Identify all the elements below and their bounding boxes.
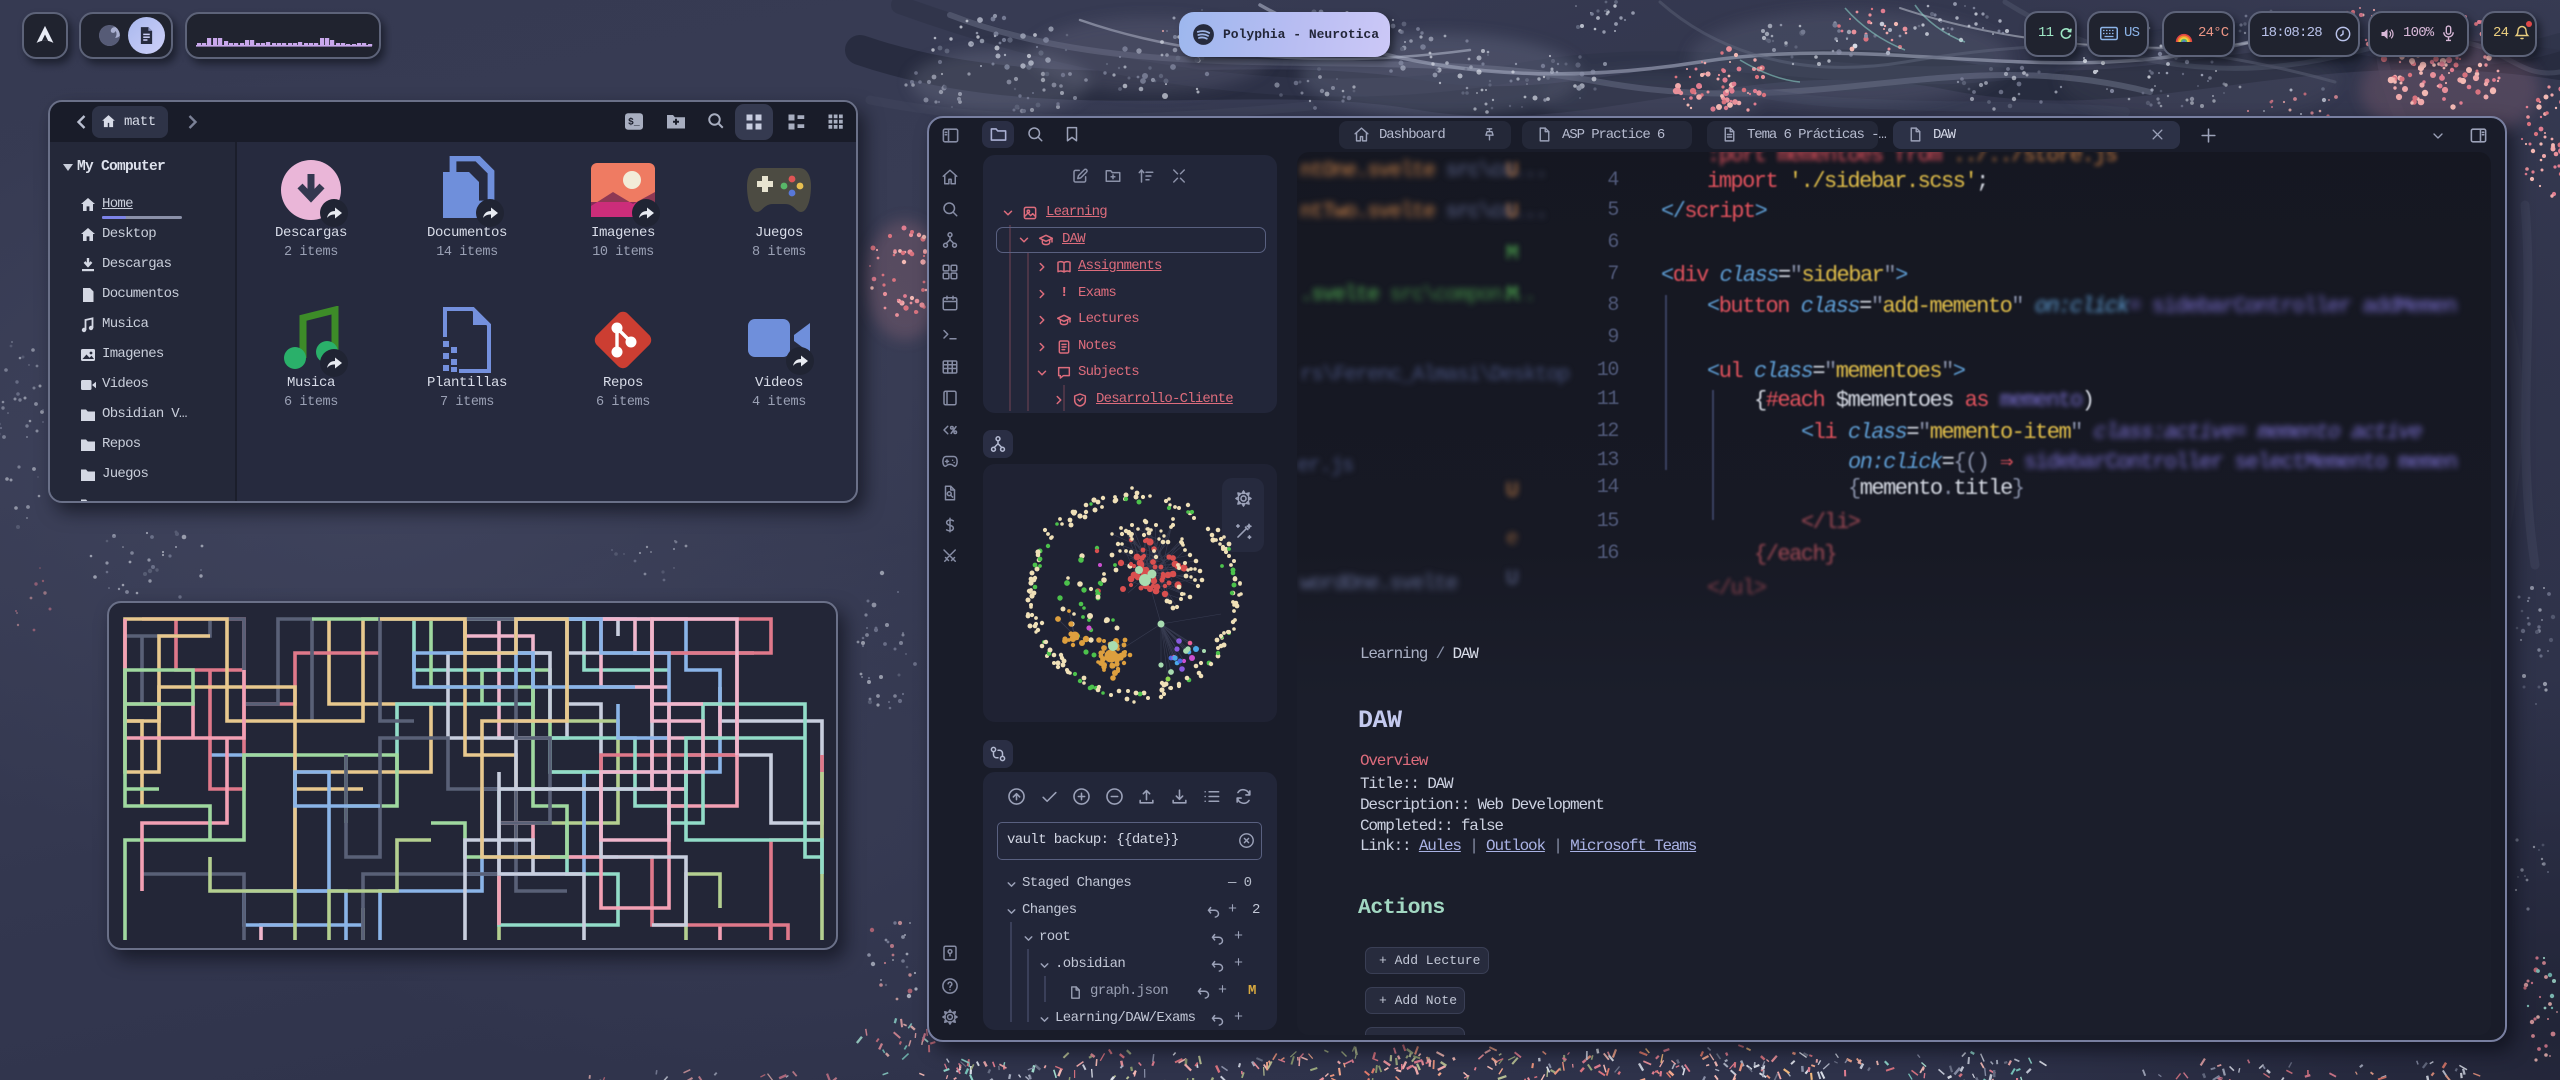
svg-text:$_: $_ xyxy=(628,117,640,128)
